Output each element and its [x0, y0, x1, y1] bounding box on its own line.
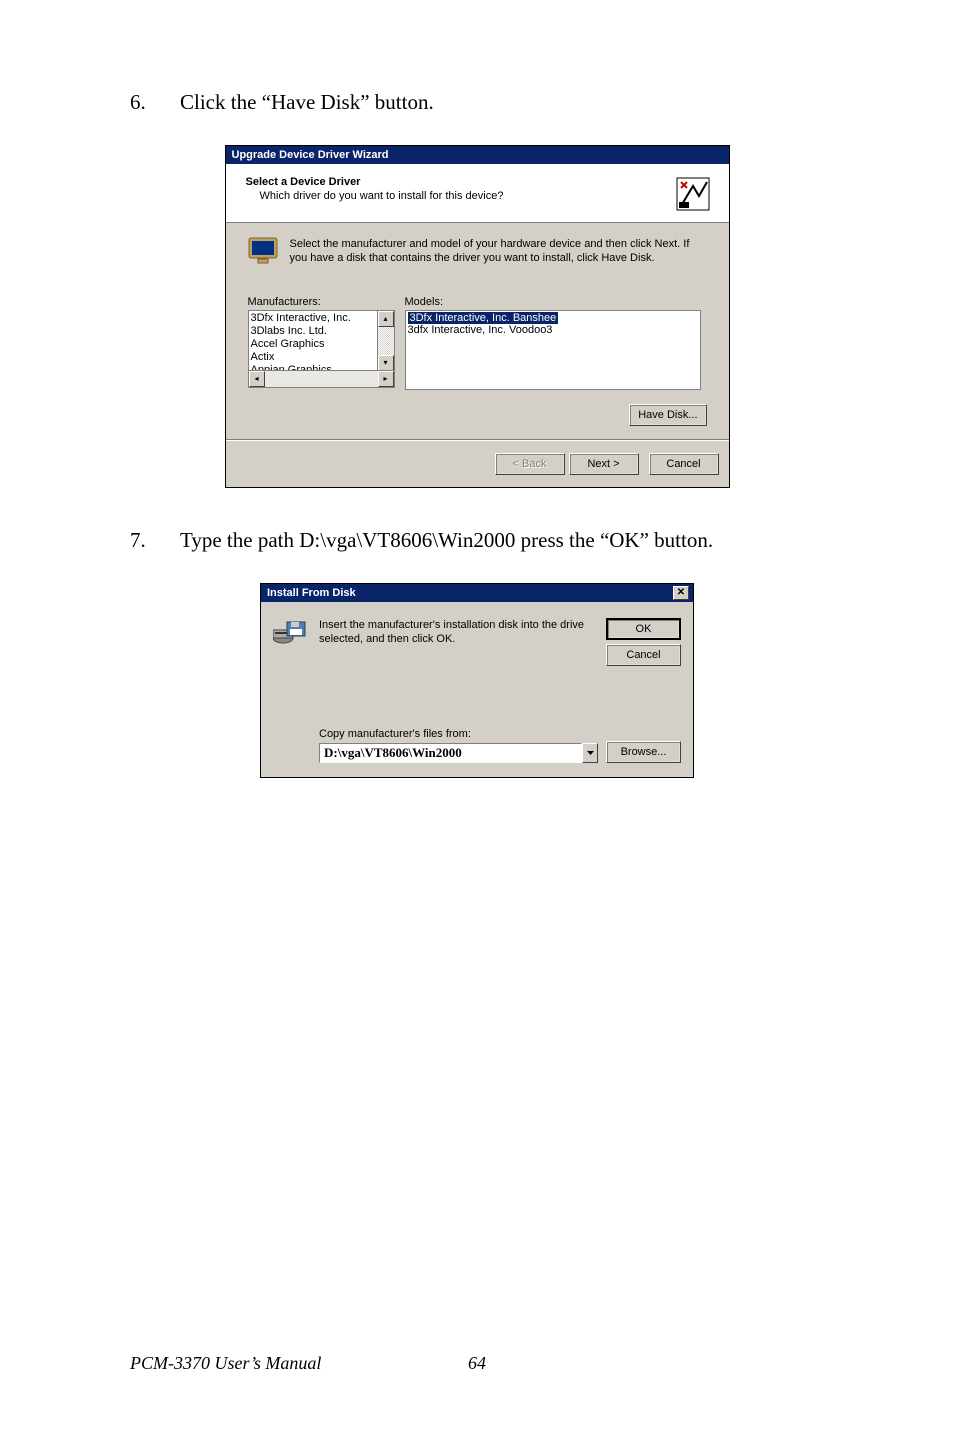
path-combobox[interactable] — [319, 743, 598, 763]
wizard-titlebar: Upgrade Device Driver Wizard — [226, 146, 729, 164]
list-item[interactable]: 3dfx Interactive, Inc. Voodoo3 — [408, 324, 698, 336]
wizard-header-title: Select a Device Driver — [246, 176, 675, 188]
wizard-title: Upgrade Device Driver Wizard — [232, 149, 389, 161]
manufacturers-listbox[interactable]: 3Dfx Interactive, Inc. 3Dlabs Inc. Ltd. … — [248, 310, 395, 388]
page-footer: PCM-3370 User’s Manual 64 — [130, 1353, 824, 1374]
vertical-scrollbar[interactable]: ▴ ▾ — [377, 311, 394, 371]
cancel-button[interactable]: Cancel — [649, 453, 719, 475]
manufacturers-label: Manufacturers: — [248, 296, 395, 308]
scroll-left-icon[interactable]: ◂ — [249, 371, 265, 387]
install-from-disk-dialog: Install From Disk ✕ Insert the manufactu… — [260, 583, 694, 778]
device-icon — [675, 176, 711, 212]
step-7-instruction: 7. Type the path D:\vga\VT8606\Win2000 p… — [130, 528, 824, 553]
list-item[interactable]: 3Dfx Interactive, Inc. Banshee — [408, 312, 559, 324]
wizard-footer: < BackNext > Cancel — [226, 440, 729, 487]
page-number: 64 — [427, 1353, 527, 1374]
wizard-info-text: Select the manufacturer and model of you… — [290, 237, 707, 266]
scroll-up-icon[interactable]: ▴ — [378, 311, 394, 327]
scroll-right-icon[interactable]: ▸ — [378, 371, 394, 387]
path-input[interactable] — [319, 743, 582, 763]
copy-from-label: Copy manufacturer's files from: — [319, 728, 598, 740]
list-item[interactable]: 3Dlabs Inc. Ltd. — [251, 325, 392, 338]
step-text: Type the path D:\vga\VT8606\Win2000 pres… — [180, 528, 824, 553]
wizard-header: Select a Device Driver Which driver do y… — [226, 164, 729, 223]
ifd-titlebar: Install From Disk ✕ — [261, 584, 693, 602]
floppy-icon — [273, 618, 305, 650]
ifd-title: Install From Disk — [267, 587, 356, 599]
list-item[interactable]: Accel Graphics — [251, 338, 392, 351]
back-button[interactable]: < Back — [495, 453, 565, 475]
step-number: 7. — [130, 528, 180, 553]
step-number: 6. — [130, 90, 180, 115]
next-button[interactable]: Next > — [569, 453, 639, 475]
manual-title: PCM-3370 User’s Manual — [130, 1353, 427, 1374]
ifd-cancel-button[interactable]: Cancel — [606, 644, 681, 666]
horizontal-scrollbar[interactable]: ◂ ▸ — [249, 370, 394, 387]
chevron-down-icon[interactable] — [582, 743, 598, 763]
close-icon[interactable]: ✕ — [673, 586, 689, 600]
scroll-down-icon[interactable]: ▾ — [378, 355, 394, 371]
wizard-header-subtitle: Which driver do you want to install for … — [246, 188, 675, 202]
step-6-instruction: 6. Click the “Have Disk” button. — [130, 90, 824, 115]
step-text: Click the “Have Disk” button. — [180, 90, 824, 115]
list-item[interactable]: Actix — [251, 351, 392, 364]
list-item[interactable]: 3Dfx Interactive, Inc. — [251, 312, 392, 325]
monitor-icon — [248, 237, 280, 265]
have-disk-button[interactable]: Have Disk... — [629, 404, 706, 426]
upgrade-wizard-dialog: Upgrade Device Driver Wizard Select a De… — [225, 145, 730, 488]
ok-button[interactable]: OK — [606, 618, 681, 640]
models-listbox[interactable]: 3Dfx Interactive, Inc. Banshee 3dfx Inte… — [405, 310, 701, 390]
browse-button[interactable]: Browse... — [606, 741, 681, 763]
models-label: Models: — [405, 296, 701, 308]
ifd-text: Insert the manufacturer's installation d… — [319, 618, 592, 647]
